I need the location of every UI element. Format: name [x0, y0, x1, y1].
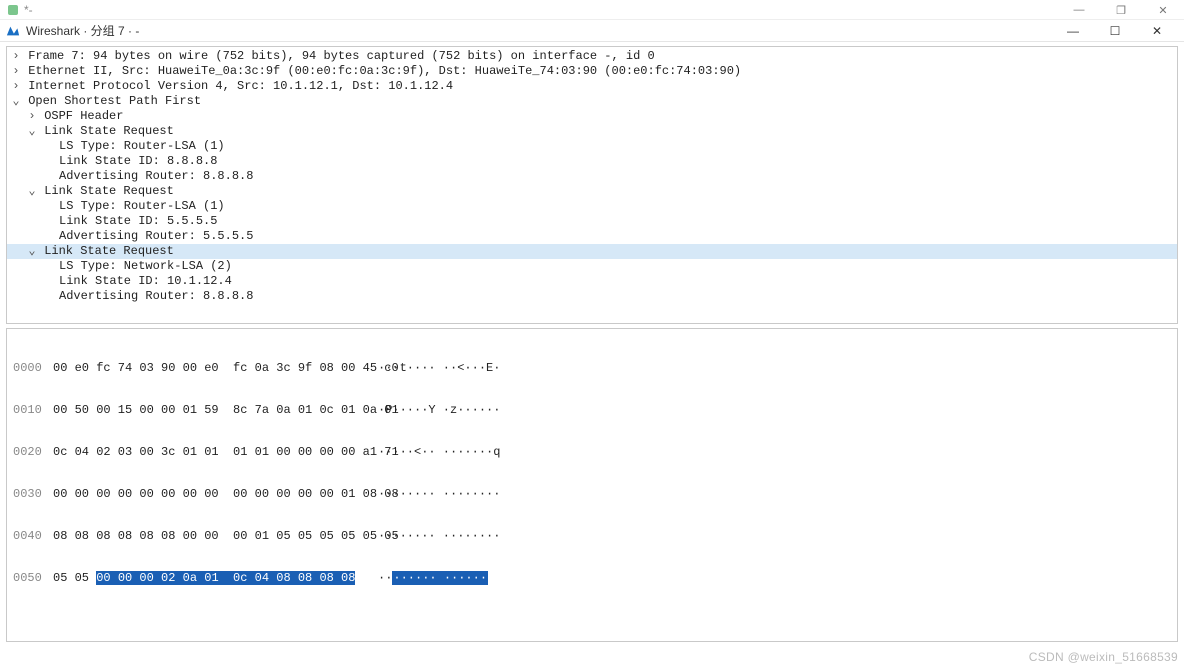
tree-lsr2-type[interactable]: LS Type: Router-LSA (1)	[7, 199, 1177, 214]
tree-ethernet[interactable]: › Ethernet II, Src: HuaweiTe_0a:3c:9f (0…	[7, 64, 1177, 79]
hex-ascii[interactable]: ········ ········	[358, 529, 500, 543]
outer-os-titlebar: *-	[0, 0, 1184, 20]
app-close-button[interactable]: ✕	[1136, 20, 1178, 42]
hex-ascii-selection[interactable]: ······ ······	[392, 571, 488, 585]
hex-offset: 0020	[13, 445, 53, 459]
outer-close-button[interactable]: ✕	[1142, 0, 1184, 20]
tree-lsr1-id[interactable]: Link State ID: 8.8.8.8	[7, 154, 1177, 169]
outer-maximize-button[interactable]: ❐	[1100, 0, 1142, 20]
tree-lsr1-type[interactable]: LS Type: Router-LSA (1)	[7, 139, 1177, 154]
hex-ascii[interactable]: ···t···· ··<···E·	[358, 361, 500, 375]
chevron-right-icon[interactable]: ›	[11, 79, 21, 94]
hex-bytes[interactable]: 00 50 00 15 00 00 01 59 8c 7a 0a 01 0c 0…	[53, 403, 358, 417]
outer-title-text: *-	[24, 3, 33, 17]
hex-ascii[interactable]: ·P·····Y ·z······	[358, 403, 500, 417]
app-minimize-button[interactable]: —	[1052, 20, 1094, 42]
tree-frame[interactable]: › Frame 7: 94 bytes on wire (752 bits), …	[7, 49, 1177, 64]
tree-lsr1-text: Link State Request	[44, 124, 174, 138]
hex-row[interactable]: 0010 00 50 00 15 00 00 01 59 8c 7a 0a 01…	[13, 403, 1171, 417]
tree-lsr3-text: Link State Request	[44, 244, 174, 258]
tree-ip-text: Internet Protocol Version 4, Src: 10.1.1…	[28, 79, 453, 93]
tree-lsr2-text: Link State Request	[44, 184, 174, 198]
chevron-right-icon[interactable]: ›	[11, 64, 21, 79]
hex-row-selected[interactable]: 0050 05 05 00 00 00 02 0a 01 0c 04 08 08…	[13, 571, 1171, 585]
chevron-down-icon[interactable]: ⌄	[27, 124, 37, 139]
hex-offset: 0050	[13, 571, 53, 585]
tree-frame-text: Frame 7: 94 bytes on wire (752 bits), 94…	[28, 49, 655, 63]
hex-bytes[interactable]: 0c 04 02 03 00 3c 01 01 01 01 00 00 00 0…	[53, 445, 358, 459]
panes: › Frame 7: 94 bytes on wire (752 bits), …	[0, 42, 1184, 648]
chevron-down-icon[interactable]: ⌄	[27, 244, 37, 259]
app-title-text: Wireshark · 分组 7 · -	[26, 22, 139, 39]
hex-ascii[interactable]: ········ ······	[358, 571, 488, 585]
outer-app-icon	[8, 5, 18, 15]
hex-row[interactable]: 0030 00 00 00 00 00 00 00 00 00 00 00 00…	[13, 487, 1171, 501]
tree-lsr1[interactable]: ⌄ Link State Request	[7, 124, 1177, 139]
hex-offset: 0010	[13, 403, 53, 417]
tree-ospf[interactable]: ⌄ Open Shortest Path First	[7, 94, 1177, 109]
hex-row[interactable]: 0020 0c 04 02 03 00 3c 01 01 01 01 00 00…	[13, 445, 1171, 459]
app-titlebar[interactable]: Wireshark · 分组 7 · - — ☐ ✕	[0, 20, 1184, 42]
hex-offset: 0030	[13, 487, 53, 501]
tree-ip[interactable]: › Internet Protocol Version 4, Src: 10.1…	[7, 79, 1177, 94]
tree-lsr3[interactable]: ⌄ Link State Request	[7, 244, 1177, 259]
outer-window-controls: — ❐ ✕	[1058, 0, 1184, 20]
outer-minimize-button[interactable]: —	[1058, 0, 1100, 20]
chevron-right-icon[interactable]: ›	[11, 49, 21, 64]
hex-ascii[interactable]: ·····<·· ·······q	[358, 445, 500, 459]
hex-row[interactable]: 0040 08 08 08 08 08 08 00 00 00 01 05 05…	[13, 529, 1171, 543]
chevron-down-icon[interactable]: ⌄	[11, 94, 21, 109]
wireshark-icon	[6, 24, 20, 38]
tree-ospf-text: Open Shortest Path First	[28, 94, 201, 108]
tree-lsr3-type[interactable]: LS Type: Network-LSA (2)	[7, 259, 1177, 274]
hex-offset: 0040	[13, 529, 53, 543]
watermark-text: CSDN @weixin_51668539	[1029, 650, 1178, 664]
tree-lsr3-id[interactable]: Link State ID: 10.1.12.4	[7, 274, 1177, 289]
hex-offset: 0000	[13, 361, 53, 375]
chevron-down-icon[interactable]: ⌄	[27, 184, 37, 199]
hex-bytes[interactable]: 00 00 00 00 00 00 00 00 00 00 00 00 00 0…	[53, 487, 358, 501]
tree-lsr2[interactable]: ⌄ Link State Request	[7, 184, 1177, 199]
footer-space	[0, 648, 1184, 666]
tree-lsr3-adv[interactable]: Advertising Router: 8.8.8.8	[7, 289, 1177, 304]
hex-bytes[interactable]: 08 08 08 08 08 08 00 00 00 01 05 05 05 0…	[53, 529, 358, 543]
app-window-controls: — ☐ ✕	[1052, 20, 1178, 42]
hex-bytes-selection[interactable]: 00 00 00 02 0a 01 0c 04 08 08 08 08	[96, 571, 355, 585]
tree-ospf-hdr-text: OSPF Header	[44, 109, 123, 123]
tree-eth-text: Ethernet II, Src: HuaweiTe_0a:3c:9f (00:…	[28, 64, 741, 78]
tree-lsr2-adv[interactable]: Advertising Router: 5.5.5.5	[7, 229, 1177, 244]
packet-details-pane[interactable]: › Frame 7: 94 bytes on wire (752 bits), …	[6, 46, 1178, 324]
hex-row[interactable]: 0000 00 e0 fc 74 03 90 00 e0 fc 0a 3c 9f…	[13, 361, 1171, 375]
app-maximize-button[interactable]: ☐	[1094, 20, 1136, 42]
tree-lsr1-adv[interactable]: Advertising Router: 8.8.8.8	[7, 169, 1177, 184]
hex-bytes[interactable]: 00 e0 fc 74 03 90 00 e0 fc 0a 3c 9f 08 0…	[53, 361, 358, 375]
tree-lsr2-id[interactable]: Link State ID: 5.5.5.5	[7, 214, 1177, 229]
packet-bytes-pane[interactable]: 0000 00 e0 fc 74 03 90 00 e0 fc 0a 3c 9f…	[6, 328, 1178, 642]
hex-bytes[interactable]: 05 05 00 00 00 02 0a 01 0c 04 08 08 08 0…	[53, 571, 358, 585]
hex-ascii[interactable]: ········ ········	[358, 487, 500, 501]
chevron-right-icon[interactable]: ›	[27, 109, 37, 124]
tree-ospf-header[interactable]: › OSPF Header	[7, 109, 1177, 124]
